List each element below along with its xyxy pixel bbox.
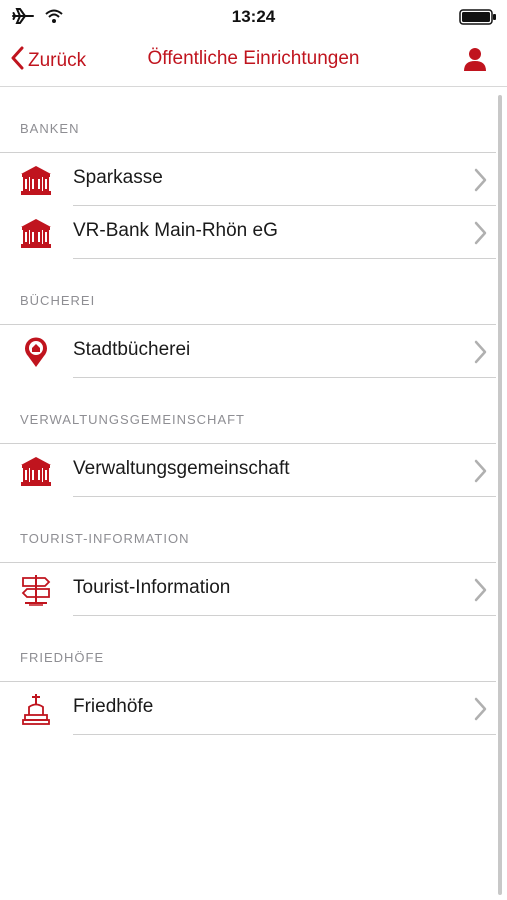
list-item-friedhoefe[interactable]: Friedhöfe — [0, 682, 496, 735]
list-item-label: Sparkasse — [73, 167, 163, 188]
status-time: 13:24 — [231, 7, 276, 26]
list-item-stadtbuecherei[interactable]: Stadtbücherei — [0, 325, 496, 378]
row-separator — [73, 615, 496, 616]
list-item-vr-bank[interactable]: VR-Bank Main-Rhön eG — [0, 206, 496, 259]
bank-icon — [19, 164, 53, 196]
list-item-verwaltungsgemeinschaft[interactable]: Verwaltungsgemeinschaft — [0, 444, 496, 497]
bank-icon — [19, 217, 53, 249]
signpost-icon — [19, 574, 53, 606]
chevron-right-icon — [474, 578, 488, 607]
list-item-label: Verwaltungsgemeinschaft — [73, 458, 290, 479]
profile-button[interactable] — [463, 47, 487, 76]
section-header-verwaltungsgemeinschaft: VERWALTUNGSGEMEINSCHAFT — [0, 378, 496, 444]
bank-icon — [19, 455, 53, 487]
battery-icon — [459, 9, 497, 30]
navigation-bar: Zurück Öffentliche Einrichtungen — [0, 34, 507, 87]
row-separator — [73, 377, 496, 378]
facilities-list: BANKEN Sparkasse VR-Bank Main-Rhön eG BÜ… — [0, 87, 496, 735]
page-title: Öffentliche Einrichtungen — [147, 48, 360, 69]
chevron-right-icon — [474, 459, 488, 488]
user-icon — [463, 48, 487, 75]
row-separator — [73, 496, 496, 497]
chevron-right-icon — [474, 221, 488, 250]
list-item-tourist-information[interactable]: Tourist-Information — [0, 563, 496, 616]
chevron-right-icon — [474, 340, 488, 369]
section-header-buecherei: BÜCHEREI — [0, 259, 496, 325]
list-item-label: VR-Bank Main-Rhön eG — [73, 220, 278, 241]
list-item-label: Stadtbücherei — [73, 339, 191, 360]
scroll-indicator[interactable] — [498, 95, 502, 895]
row-separator — [73, 258, 496, 259]
list-item-sparkasse[interactable]: Sparkasse — [0, 153, 496, 206]
chevron-right-icon — [474, 697, 488, 726]
row-separator — [73, 734, 496, 735]
section-header-tourist-information: TOURIST-INFORMATION — [0, 497, 496, 563]
section-header-banken: BANKEN — [0, 87, 496, 153]
list-item-label: Friedhöfe — [73, 696, 154, 717]
list-item-label: Tourist-Information — [73, 577, 231, 598]
section-header-friedhoefe: FRIEDHÖFE — [0, 616, 496, 682]
status-bar: 13:24 — [0, 0, 507, 34]
location-pin-icon — [19, 336, 53, 368]
gravestone-icon — [19, 693, 53, 725]
chevron-right-icon — [474, 168, 488, 197]
